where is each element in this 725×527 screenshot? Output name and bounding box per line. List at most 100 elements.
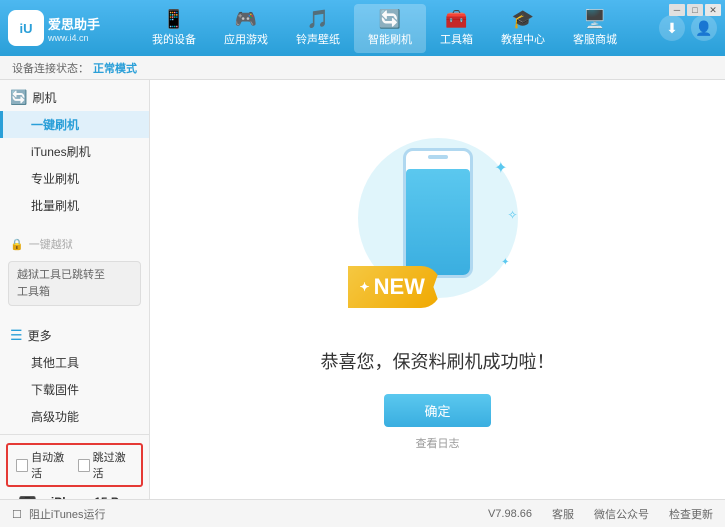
logo-icon: iU — [8, 10, 44, 46]
flash-section-icon: 🔄 — [10, 89, 27, 106]
nav-item-apps-games[interactable]: 🎮 应用游戏 — [210, 4, 282, 53]
device-phone-icon: 📱 — [10, 495, 45, 499]
auto-activate-checkbox[interactable] — [16, 459, 28, 472]
sidebar-note-line1: 越狱工具已跳转至 — [17, 269, 105, 281]
skip-activate-label: 跳过激活 — [93, 449, 133, 481]
nav-label-toolbox: 工具箱 — [440, 31, 473, 47]
footer-link-update[interactable]: 检查更新 — [669, 506, 713, 522]
logo-text: 爱思助手 www.i4.cn — [48, 14, 100, 43]
new-badge: NEW — [348, 266, 441, 308]
new-badge-text: NEW — [374, 274, 425, 300]
sidebar-section-flash: 🔄 刷机 一键刷机 iTunes刷机 专业刷机 批量刷机 — [0, 80, 149, 223]
nav-label-smart-flash: 智能刷机 — [368, 31, 412, 47]
sidebar-label-other-tools: 其他工具 — [31, 356, 79, 370]
logo-area: iU 爱思助手 www.i4.cn — [8, 10, 118, 46]
sidebar-item-batch-flash[interactable]: 批量刷机 — [0, 192, 149, 219]
device-icon: 📱 — [163, 10, 185, 28]
status-bar: 设备连接状态： 正常模式 — [0, 56, 725, 80]
sidebar: 🔄 刷机 一键刷机 iTunes刷机 专业刷机 批量刷机 🔒 — [0, 80, 150, 499]
footer-link-desktop[interactable]: 客服 — [552, 506, 574, 522]
status-value: 正常模式 — [93, 60, 137, 76]
header-right: ⬇ 👤 — [659, 15, 717, 41]
sidebar-item-advanced[interactable]: 高级功能 — [0, 403, 149, 430]
main-content: NEW ✦ ✧ ✦ 恭喜您，保资料刷机成功啦！ 确定 查看日志 — [150, 80, 725, 499]
logo-char: iU — [20, 21, 33, 36]
confirm-button[interactable]: 确定 — [384, 394, 490, 427]
sidebar-item-one-key-flash[interactable]: 一键刷机 — [0, 111, 149, 138]
maximize-button[interactable]: □ — [687, 4, 703, 16]
sparkle-2-icon: ✧ — [507, 208, 517, 222]
sidebar-item-download-firmware[interactable]: 下载固件 — [0, 376, 149, 403]
nav-label-tutorials: 教程中心 — [501, 31, 545, 47]
device-name: iPhone 15 Pro Max — [51, 493, 139, 499]
sidebar-item-other-tools[interactable]: 其他工具 — [0, 349, 149, 376]
phone-notch — [428, 155, 448, 159]
sidebar-section-more-label: 更多 — [28, 327, 52, 344]
stop-itunes-label: 阻止iTunes运行 — [29, 509, 106, 521]
sidebar-label-pro: 专业刷机 — [31, 172, 79, 186]
success-title: 恭喜您，保资料刷机成功啦！ — [321, 348, 555, 374]
footer-link-wechat[interactable]: 微信公众号 — [594, 506, 649, 522]
footer: ☐ 阻止iTunes运行 V7.98.66 客服 微信公众号 检查更新 — [0, 499, 725, 527]
sidebar-label-advanced: 高级功能 — [31, 410, 79, 424]
sidebar-label-itunes: iTunes刷机 — [31, 145, 91, 159]
nav-item-toolbox[interactable]: 🧰 工具箱 — [426, 4, 487, 53]
sparkle-3-icon: ✦ — [501, 257, 509, 268]
sparkle-1-icon: ✦ — [494, 158, 507, 178]
sidebar-disabled-jailbreak: 🔒 一键越狱 — [0, 231, 149, 257]
sidebar-section-more-header: ☰ 更多 — [0, 322, 149, 349]
nav-items: 📱 我的设备 🎮 应用游戏 🎵 铃声壁纸 🔄 智能刷机 🧰 工具箱 🎓 — [118, 4, 651, 53]
phone-device — [403, 148, 473, 278]
footer-version: V7.98.66 — [488, 508, 532, 520]
minimize-button[interactable]: ─ — [669, 4, 685, 16]
sidebar-section-flash-header: 🔄 刷机 — [0, 84, 149, 111]
header: iU 爱思助手 www.i4.cn 📱 我的设备 🎮 应用游戏 🎵 铃声壁纸 🔄 — [0, 0, 725, 56]
stop-itunes-footer[interactable]: ☐ 阻止iTunes运行 — [12, 506, 106, 522]
success-illustration: NEW ✦ ✧ ✦ — [348, 128, 528, 328]
skip-activate-checkbox-item[interactable]: 跳过激活 — [78, 449, 134, 481]
sidebar-section-flash-label: 刷机 — [32, 89, 56, 106]
nav-label-my-device: 我的设备 — [152, 31, 196, 47]
flash-icon: 🔄 — [379, 10, 401, 28]
nav-label-service: 客服商城 — [573, 31, 617, 47]
sidebar-disabled-label: 一键越狱 — [29, 236, 73, 252]
window-controls: ─ □ ✕ — [669, 4, 721, 16]
download-button[interactable]: ⬇ — [659, 15, 685, 41]
sidebar-bottom: 自动激活 跳过激活 📱 iPhone 15 Pro Max 512GB iPho… — [0, 434, 149, 499]
toolbox-icon: 🧰 — [445, 10, 467, 28]
nav-item-tutorials[interactable]: 🎓 教程中心 — [487, 4, 559, 53]
sidebar-note: 越狱工具已跳转至 工具箱 — [8, 261, 141, 306]
sidebar-label-download-firmware: 下载固件 — [31, 383, 79, 397]
phone-screen — [406, 169, 470, 275]
close-button[interactable]: ✕ — [705, 4, 721, 16]
stop-itunes-checkbox[interactable]: ☐ — [12, 509, 22, 521]
nav-item-my-device[interactable]: 📱 我的设备 — [138, 4, 210, 53]
skip-activate-checkbox[interactable] — [78, 459, 90, 472]
auto-activate-label: 自动激活 — [31, 449, 71, 481]
nav-item-smart-flash[interactable]: 🔄 智能刷机 — [354, 4, 426, 53]
sidebar-section-more: ☰ 更多 其他工具 下载固件 高级功能 — [0, 318, 149, 434]
tutorial-icon: 🎓 — [512, 10, 534, 28]
service-icon: 🖥️ — [584, 10, 606, 28]
sidebar-item-pro-flash[interactable]: 专业刷机 — [0, 165, 149, 192]
brand-url: www.i4.cn — [48, 33, 100, 43]
brand-name: 爱思助手 — [48, 14, 100, 33]
auto-activate-checkbox-item[interactable]: 自动激活 — [16, 449, 72, 481]
sidebar-label-one-key: 一键刷机 — [31, 118, 79, 132]
view-log-link[interactable]: 查看日志 — [416, 435, 460, 451]
nav-item-service[interactable]: 🖥️ 客服商城 — [559, 4, 631, 53]
sidebar-label-batch: 批量刷机 — [31, 199, 79, 213]
device-info: 📱 iPhone 15 Pro Max 512GB iPhone — [0, 489, 149, 499]
main-layout: 🔄 刷机 一键刷机 iTunes刷机 专业刷机 批量刷机 🔒 — [0, 80, 725, 499]
device-details: iPhone 15 Pro Max 512GB iPhone — [51, 493, 139, 499]
apps-icon: 🎮 — [235, 10, 257, 28]
nav-item-ringtones[interactable]: 🎵 铃声壁纸 — [282, 4, 354, 53]
auto-activate-row: 自动激活 跳过激活 — [6, 443, 143, 487]
user-button[interactable]: 👤 — [691, 15, 717, 41]
ringtone-icon: 🎵 — [307, 10, 329, 28]
more-section-icon: ☰ — [10, 327, 23, 344]
status-label: 设备连接状态： — [12, 60, 89, 76]
sidebar-note-line2: 工具箱 — [17, 286, 50, 298]
nav-label-apps-games: 应用游戏 — [224, 31, 268, 47]
sidebar-item-itunes-flash[interactable]: iTunes刷机 — [0, 138, 149, 165]
